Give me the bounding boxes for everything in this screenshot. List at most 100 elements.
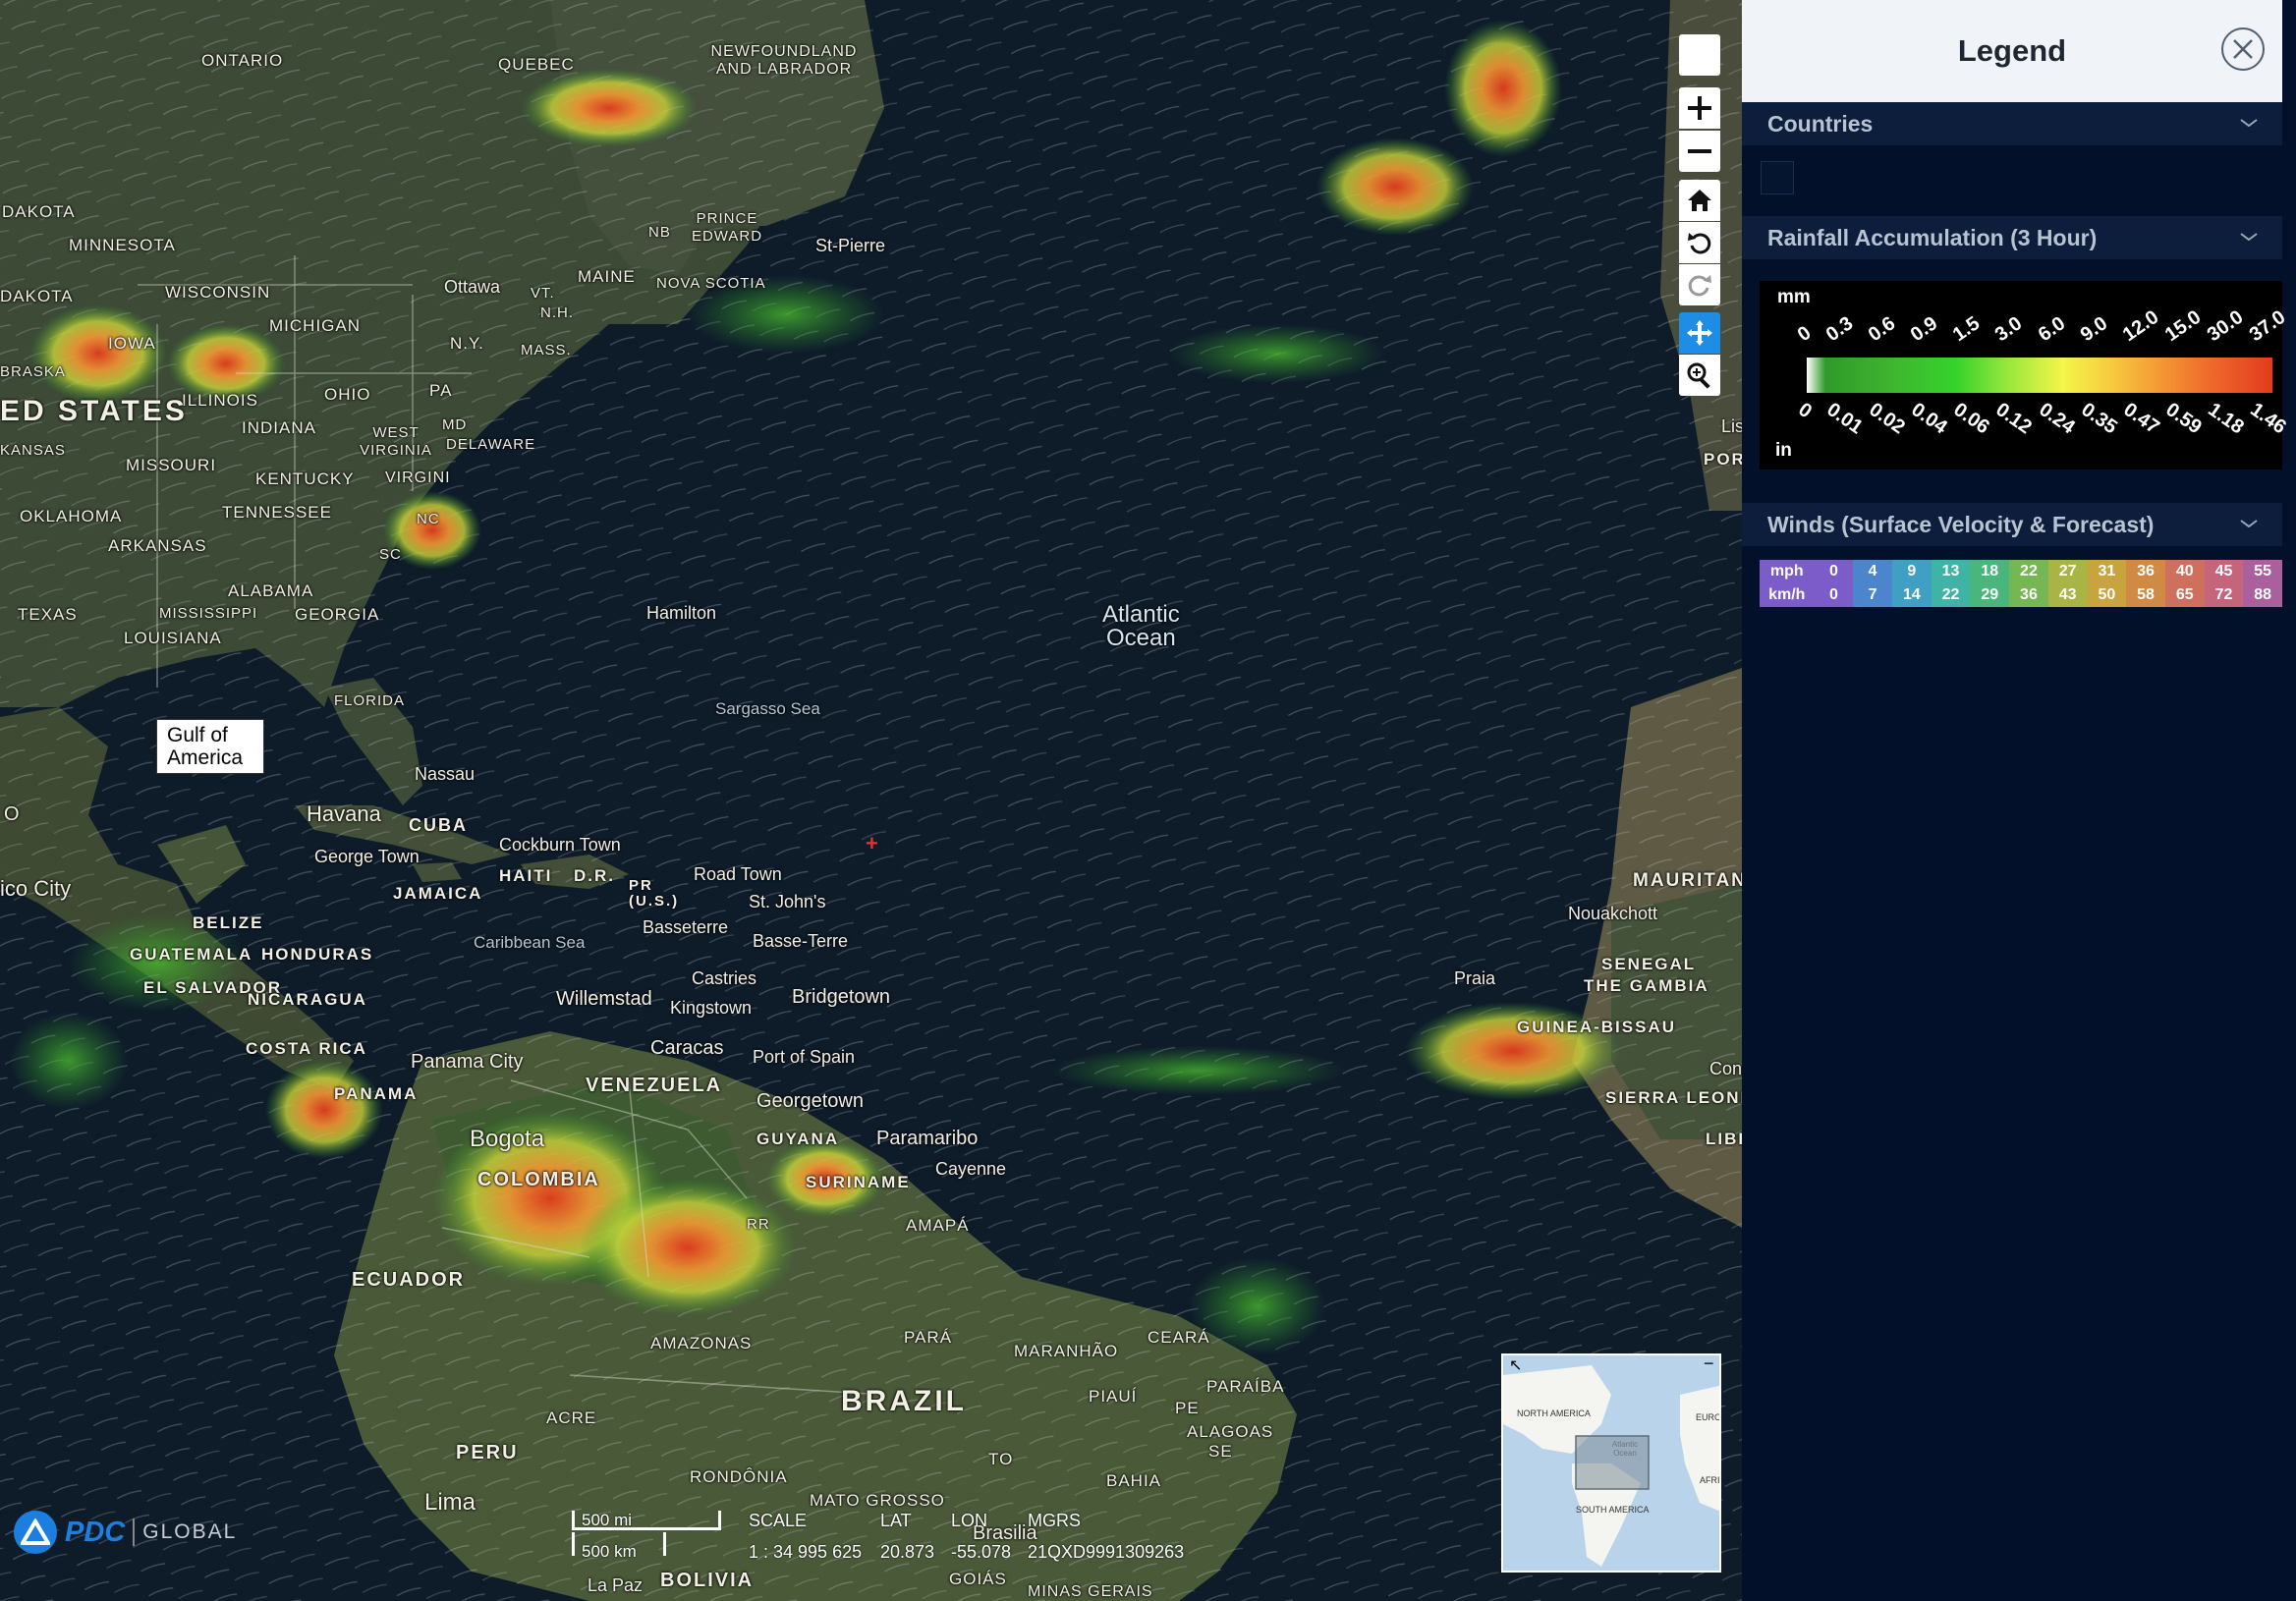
label-bahia: BAHIA bbox=[1106, 1471, 1162, 1490]
label-belize: BELIZE bbox=[193, 913, 264, 932]
pan-button[interactable] bbox=[1679, 312, 1720, 354]
home-icon bbox=[1688, 190, 1711, 211]
label-nh: N.H. bbox=[540, 304, 574, 321]
label-illinois: ILLINOIS bbox=[182, 391, 258, 410]
rotate-right-button[interactable] bbox=[1679, 264, 1720, 305]
wind-mph-cell: 45 bbox=[2204, 560, 2244, 583]
label-guyana: GUYANA bbox=[756, 1130, 840, 1148]
city-praia: Praia bbox=[1454, 968, 1496, 988]
center-crosshair-icon: + bbox=[866, 831, 878, 856]
label-puerto-rico: PR (U.S.) bbox=[629, 877, 680, 910]
label-missouri: MISSOURI bbox=[126, 456, 217, 474]
label-maine: MAINE bbox=[578, 267, 636, 286]
label-nebraska: BRASKA bbox=[0, 363, 66, 380]
lon-value: -55.078 bbox=[951, 1542, 1012, 1562]
pdc-logo[interactable]: PDC GLOBAL bbox=[14, 1511, 237, 1554]
overview-expand-icon[interactable]: ↖ bbox=[1509, 1355, 1522, 1375]
label-guatemala: GUATEMALA bbox=[130, 945, 253, 964]
label-ny: N.Y. bbox=[450, 334, 484, 353]
rain-mm-tick: 15.0 bbox=[2160, 305, 2206, 347]
overview-map[interactable]: NORTH AMERICA SOUTH AMERICA Atlantic Oce… bbox=[1501, 1353, 1721, 1573]
rain-in-tick: 0.35 bbox=[2077, 399, 2121, 439]
city-la-paz: La Paz bbox=[588, 1575, 644, 1595]
wind-mph-cell: 9 bbox=[1891, 560, 1932, 583]
label-iowa: IOWA bbox=[108, 334, 156, 353]
scale-label: SCALE bbox=[749, 1511, 808, 1530]
zoom-box-button[interactable] bbox=[1679, 355, 1720, 396]
overview-south-america: SOUTH AMERICA bbox=[1576, 1505, 1650, 1515]
label-vt: VT. bbox=[531, 285, 555, 302]
label-amazonas: AMAZONAS bbox=[650, 1334, 753, 1353]
label-atlantic-ocean: Atlantic Ocean bbox=[1102, 603, 1180, 650]
city-nassau: Nassau bbox=[415, 764, 476, 784]
city-paramaribo: Paramaribo bbox=[876, 1128, 979, 1149]
wind-kmh-label: km/h bbox=[1760, 583, 1815, 607]
label-goias: GOIÁS bbox=[949, 1570, 1007, 1588]
label-virginia: VIRGINI bbox=[385, 469, 451, 486]
rain-mm-tick: 30.0 bbox=[2203, 305, 2248, 347]
rainfall-colorbar: mm in 0 0.3 0.6 0.9 1.5 3.0 6.0 9.0 12.0 15.0 30.0… bbox=[1760, 281, 2290, 469]
zoom-in-button[interactable] bbox=[1679, 87, 1720, 129]
wind-mph-cell: 4 bbox=[1853, 560, 1892, 583]
wind-mph-cell: 40 bbox=[2164, 560, 2205, 583]
city-havana: Havana bbox=[307, 801, 381, 826]
pdc-logo-text: PDC bbox=[65, 1516, 126, 1548]
city-lisboa: Lisboa bbox=[1721, 416, 1742, 436]
legend-section-winds[interactable]: Winds (Surface Velocity & Forecast) bbox=[1742, 503, 2282, 546]
zoom-out-button[interactable] bbox=[1679, 131, 1720, 172]
label-united-states: ED STATES bbox=[0, 395, 188, 427]
label-mato-grosso: MATO GROSSO bbox=[810, 1491, 945, 1510]
city-caracas: Caracas bbox=[650, 1037, 724, 1059]
label-liberia: LIBERIA bbox=[1706, 1130, 1742, 1148]
overview-basemap bbox=[1503, 1365, 1719, 1567]
label-nicaragua: NICARAGUA bbox=[248, 990, 367, 1009]
label-peru: PERU bbox=[456, 1442, 519, 1463]
countries-swatch bbox=[1761, 161, 1794, 194]
label-brazil: BRAZIL bbox=[841, 1385, 967, 1417]
label-kansas: KANSAS bbox=[0, 442, 66, 459]
rotate-left-button[interactable] bbox=[1679, 222, 1720, 263]
wind-kmh-cell: 88 bbox=[2243, 583, 2283, 607]
home-button[interactable] bbox=[1679, 180, 1720, 221]
wind-kmh-cell: 29 bbox=[1970, 583, 2010, 607]
overview-minimize-icon[interactable]: − bbox=[1704, 1355, 1714, 1374]
rain-mm-unit: mm bbox=[1777, 287, 1811, 307]
city-ottawa: Ottawa bbox=[444, 277, 501, 297]
wind-kmh-cell: 50 bbox=[2087, 583, 2127, 607]
city-hamilton: Hamilton bbox=[646, 603, 717, 623]
rainfall-gradient-bar bbox=[1807, 358, 2272, 393]
legend-panel: Legend Countries Rainfall Accumulation (… bbox=[1742, 0, 2296, 1601]
map-view[interactable]: ONTARIO QUEBEC NEWFOUNDLAND AND LABRADOR… bbox=[0, 0, 1742, 1601]
blank-tool-button[interactable] bbox=[1679, 34, 1720, 76]
wind-kmh-cell: 0 bbox=[1814, 583, 1854, 607]
legend-close-button[interactable] bbox=[2221, 28, 2265, 71]
rain-mm-tick: 0.6 bbox=[1864, 312, 1900, 347]
rain-mm-tick: 9.0 bbox=[2076, 312, 2111, 347]
city-road-town: Road Town bbox=[694, 864, 782, 884]
city-port-of-spain: Port of Spain bbox=[753, 1047, 856, 1067]
label-maranhao: MARANHÃO bbox=[1014, 1342, 1119, 1360]
wind-mph-label: mph bbox=[1760, 560, 1815, 583]
plus-icon bbox=[1688, 96, 1711, 120]
rain-in-tick: 0.04 bbox=[1907, 399, 1952, 439]
label-florida: FLORIDA bbox=[334, 692, 406, 709]
legend-section-countries[interactable]: Countries bbox=[1742, 102, 2282, 145]
scale-value: 1 : 34 995 625 bbox=[749, 1542, 863, 1562]
gulf-of-america-label: Gulf of America bbox=[156, 719, 264, 774]
pan-arrows-icon bbox=[1687, 320, 1712, 346]
rotate-left-icon bbox=[1688, 233, 1711, 254]
label-mississippi: MISSISSIPPI bbox=[159, 605, 258, 622]
city-willemstad: Willemstad bbox=[556, 988, 652, 1010]
overview-north-america: NORTH AMERICA bbox=[1517, 1408, 1591, 1418]
ocean-label-line1: Atlantic bbox=[1102, 601, 1180, 628]
close-icon bbox=[2233, 39, 2253, 59]
city-george-town: George Town bbox=[314, 847, 420, 866]
label-indiana: INDIANA bbox=[242, 418, 316, 437]
magnifier-icon bbox=[1687, 362, 1710, 389]
label-wisconsin: WISCONSIN bbox=[165, 283, 271, 302]
scale-km-label: 500 km bbox=[582, 1542, 637, 1561]
label-newfoundland: NEWFOUNDLAND AND LABRADOR bbox=[710, 43, 858, 78]
rain-mm-tick: 3.0 bbox=[1991, 312, 2027, 347]
legend-section-rainfall[interactable]: Rainfall Accumulation (3 Hour) bbox=[1742, 216, 2282, 259]
chevron-down-icon bbox=[2240, 119, 2258, 128]
